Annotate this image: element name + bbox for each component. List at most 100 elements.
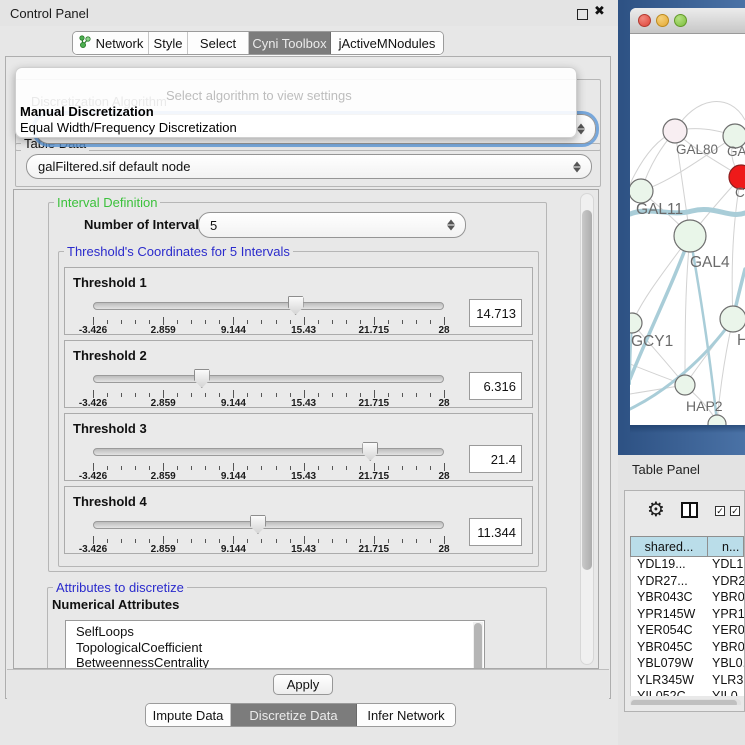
table-cell-name[interactable]: YER0... <box>708 623 744 640</box>
dropdown-option-manual-discretization[interactable]: Manual Discretization <box>20 104 154 119</box>
slider-scale-label: -3.426 <box>79 471 107 482</box>
slider-thumb[interactable] <box>194 369 210 388</box>
tab-select[interactable]: Select <box>188 32 249 54</box>
gear-icon[interactable]: ⚙ <box>647 497 665 522</box>
tab-style[interactable]: Style <box>149 32 188 54</box>
node-hap2[interactable] <box>675 375 695 395</box>
node-partial-bottom[interactable] <box>708 415 726 425</box>
network-canvas[interactable]: GAL80 GA C GAL11 GAL4 GCY1 H HAP2 <box>630 34 745 425</box>
table-cell-name[interactable]: YDR2... <box>708 574 744 591</box>
slider-thumb[interactable] <box>288 296 304 315</box>
table-data-combobox[interactable]: galFiltered.sif default node <box>26 154 592 179</box>
slider-tick <box>121 393 122 397</box>
num-intervals-combobox[interactable]: 5 <box>198 212 466 238</box>
threshold-value-input[interactable] <box>469 445 522 473</box>
node-gal4[interactable] <box>674 220 706 252</box>
table-cell-shared-name[interactable]: YDL19... <box>631 557 708 574</box>
table-cell-name[interactable]: YBL0... <box>708 656 744 673</box>
table-row[interactable]: YBL079WYBL0... <box>631 656 744 673</box>
checkbox-icon[interactable]: ✓ <box>730 506 740 516</box>
table-row[interactable]: YPR145WYPR1... <box>631 607 744 624</box>
table-row[interactable]: YDR27...YDR2... <box>631 574 744 591</box>
thresholds-container: Threshold 1 -3.4262.8599.14415.4321.7152… <box>59 267 538 559</box>
checkbox-icon[interactable]: ✓ <box>715 506 725 516</box>
scrollbar-thumb[interactable] <box>582 210 592 570</box>
table-cell-name[interactable]: YPR1... <box>708 607 744 624</box>
label-gal80: GAL80 <box>676 142 718 157</box>
threshold-slider[interactable]: -3.4262.8599.14415.4321.71528 <box>93 369 444 407</box>
slider-track[interactable] <box>93 375 444 383</box>
slider-tick <box>135 393 136 397</box>
table-cell-shared-name[interactable]: YIL052C <box>631 689 708 696</box>
tab-impute-data[interactable]: Impute Data <box>146 704 231 726</box>
slider-track[interactable] <box>93 302 444 310</box>
minimize-traffic-light[interactable] <box>656 14 669 27</box>
slider-ticks <box>93 390 444 398</box>
float-window-icon[interactable] <box>577 9 588 20</box>
tab-jactivemnodules[interactable]: jActiveMNodules <box>331 32 443 54</box>
slider-tick <box>290 539 291 543</box>
panel-vertical-scrollbar[interactable] <box>580 193 594 665</box>
threshold-slider[interactable]: -3.4262.8599.14415.4321.71528 <box>93 442 444 480</box>
apply-button[interactable]: Apply <box>273 674 333 695</box>
threshold-slider[interactable]: -3.4262.8599.14415.4321.71528 <box>93 296 444 334</box>
slider-scale-label: 15.43 <box>291 325 316 336</box>
slider-tick <box>205 466 206 470</box>
scrollbar-thumb[interactable] <box>631 700 737 705</box>
table-row[interactable]: YDL19...YDL1... <box>631 557 744 574</box>
node-gal80[interactable] <box>663 119 687 143</box>
table-cell-name[interactable]: YIL0... <box>708 689 744 696</box>
table-cell-shared-name[interactable]: YBL079W <box>631 656 708 673</box>
table-cell-shared-name[interactable]: YLR345W <box>631 673 708 690</box>
threshold-value-input[interactable] <box>469 372 522 400</box>
threshold-slider[interactable]: -3.4262.8599.14415.4321.71528 <box>93 515 444 553</box>
table-cell-shared-name[interactable]: YBR043C <box>631 590 708 607</box>
node-gcy1[interactable] <box>630 313 642 333</box>
label-gcy1: GCY1 <box>631 333 673 350</box>
slider-tick <box>163 390 164 398</box>
table-row[interactable]: YER054CYER0... <box>631 623 744 640</box>
column-header-shared-name[interactable]: shared... <box>631 537 708 556</box>
slider-tick <box>93 390 94 398</box>
close-icon[interactable]: ✖ <box>594 3 605 19</box>
table-cell-name[interactable]: YBR0... <box>708 590 744 607</box>
table-cell-shared-name[interactable]: YPR145W <box>631 607 708 624</box>
slider-tick <box>360 466 361 470</box>
dropdown-option-equal-width[interactable]: Equal Width/Frequency Discretization <box>20 120 237 135</box>
slider-thumb[interactable] <box>250 515 266 534</box>
table-horizontal-scrollbar[interactable] <box>630 699 741 705</box>
table-cell-name[interactable]: YBR0... <box>708 640 744 657</box>
table-cell-shared-name[interactable]: YDR27... <box>631 574 708 591</box>
tab-discretize-data[interactable]: Discretize Data <box>231 704 357 726</box>
attribute-item[interactable]: BetweennessCentrality <box>76 655 484 669</box>
close-traffic-light[interactable] <box>638 14 651 27</box>
node-gal11[interactable] <box>630 179 653 203</box>
table-cell-name[interactable]: YDL1... <box>708 557 744 574</box>
tab-infer-network[interactable]: Infer Network <box>357 704 455 726</box>
threshold-value-input[interactable] <box>469 518 522 546</box>
network-window-titlebar[interactable] <box>630 8 745 34</box>
scrollbar-thumb[interactable] <box>474 623 482 669</box>
split-columns-icon[interactable] <box>681 502 698 518</box>
column-header-name[interactable]: n... <box>708 537 743 556</box>
slider-tick <box>332 320 333 324</box>
slider-thumb[interactable] <box>362 442 378 461</box>
table-row[interactable]: YBR045CYBR0... <box>631 640 744 657</box>
attribute-item[interactable]: TopologicalCoefficient <box>76 640 484 656</box>
table-row[interactable]: YLR345WYLR3... <box>631 673 744 690</box>
slider-track[interactable] <box>93 521 444 529</box>
table-cell-shared-name[interactable]: YBR045C <box>631 640 708 657</box>
table-row[interactable]: YIL052CYIL0... <box>631 689 744 696</box>
slider-tick <box>444 390 445 398</box>
attributes-list-scrollbar[interactable] <box>473 622 483 669</box>
table-row[interactable]: YBR043CYBR0... <box>631 590 744 607</box>
zoom-traffic-light[interactable] <box>674 14 687 27</box>
threshold-value-input[interactable] <box>469 299 522 327</box>
attribute-item[interactable]: SelfLoops <box>76 624 484 640</box>
tab-network[interactable]: Network <box>73 32 149 54</box>
tab-cyni-toolbox[interactable]: Cyni Toolbox <box>249 32 331 54</box>
table-cell-shared-name[interactable]: YER054C <box>631 623 708 640</box>
node-right-mid[interactable] <box>720 306 745 332</box>
slider-track[interactable] <box>93 448 444 456</box>
table-cell-name[interactable]: YLR3... <box>708 673 744 690</box>
